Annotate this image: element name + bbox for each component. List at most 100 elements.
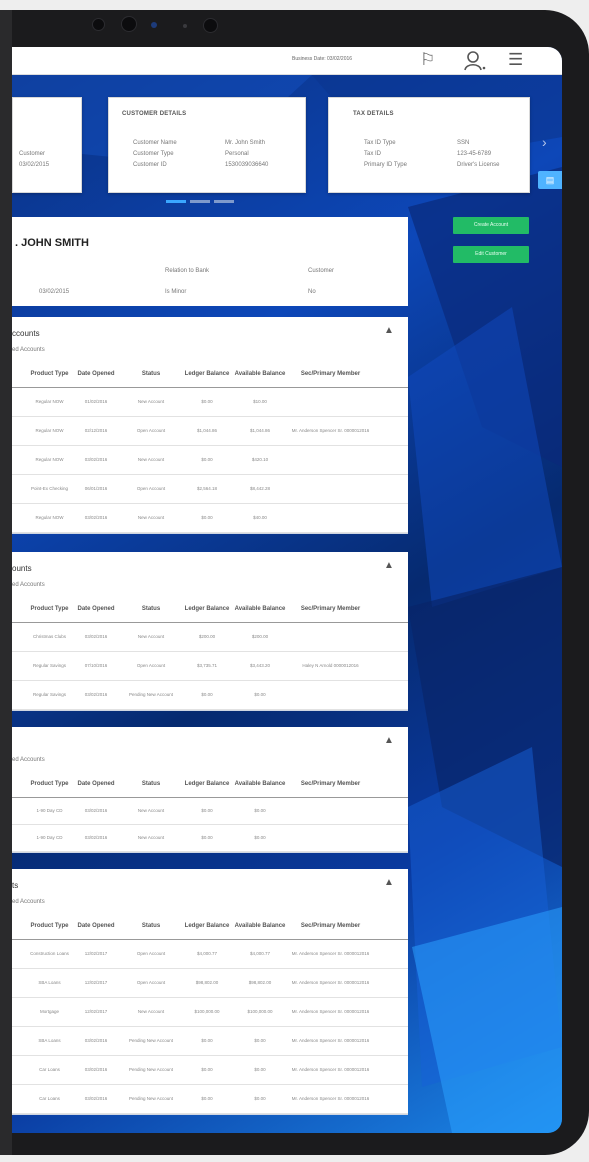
table-cell: 12/02/2017 <box>71 997 121 1027</box>
section-subtitle: ed Accounts <box>12 899 45 905</box>
table-cell: New Account <box>121 387 181 417</box>
table-row[interactable]: Car Loans 03/02/2016 Pending New Account $0… <box>12 1055 408 1085</box>
table-cell: New Account <box>121 997 181 1027</box>
table-cell <box>287 445 374 475</box>
relation-value: Customer <box>308 268 335 274</box>
table-cell: 03/02/2016 <box>71 1084 121 1114</box>
carousel-dot[interactable] <box>214 200 234 203</box>
table-row[interactable]: 1-90 Day CD 03/02/2016 New Account $0.00 $0.… <box>12 824 408 852</box>
kv-value: Driver's License <box>457 162 500 168</box>
row-spacer <box>12 503 28 533</box>
table-cell: SBA Loans <box>28 1026 71 1056</box>
table-cell: Mr. Anderson Spencer Sr. 0000012016 <box>287 1084 374 1114</box>
menu-icon[interactable]: ☰ <box>508 51 523 68</box>
section-title: ts <box>12 881 19 890</box>
table-cell: $0.00 <box>181 503 233 533</box>
table-cell: $0.00 <box>181 445 233 475</box>
table-row[interactable]: SBA Loans 12/02/2017 Open Account $98,802.0… <box>12 968 408 998</box>
flag-icon[interactable]: ⚐ <box>420 51 435 68</box>
table-cell: Regular NOW <box>28 445 71 475</box>
table-cell: New Account <box>121 622 181 652</box>
table-row[interactable]: Regular Savings 07/10/2016 Open Account $3,… <box>12 651 408 681</box>
table-cell: 07/10/2016 <box>71 651 121 681</box>
column-header: Ledger Balance <box>181 596 233 623</box>
accounts-table: Product Type Date Opened Status Ledger Bala… <box>12 361 408 533</box>
table-cell: Mr. Anderson Spencer Sr. 0000012016 <box>287 1055 374 1085</box>
create-account-button[interactable]: Create Account <box>453 217 529 234</box>
section-subtitle: ed Accounts <box>12 582 45 588</box>
table-cell: Haley N Arnold 0000012016 <box>287 651 374 681</box>
table-cell: Open Account <box>121 968 181 998</box>
account-section: ounts ed Accounts ▲ Product Type Date Opened… <box>12 552 408 711</box>
table-cell: $4,000.77 <box>181 939 233 969</box>
header-spacer <box>374 913 408 940</box>
collapse-chevron-icon[interactable]: ▲ <box>384 735 394 746</box>
table-cell: Mr. Anderson Spencer Sr. 0000012016 <box>287 1026 374 1056</box>
kv-value: 1530039036640 <box>225 162 269 168</box>
column-header: Sec/Primary Member <box>287 596 374 623</box>
tablet-edge <box>0 10 12 1155</box>
table-cell: $0.00 <box>233 797 287 825</box>
table-row[interactable]: Christmas Clubs 03/02/2016 New Account $200… <box>12 622 408 652</box>
table-cell: $1,044.86 <box>233 416 287 446</box>
account-section: ccounts ed Accounts ▲ Product Type Date Open… <box>12 317 408 534</box>
card-title: TAX DETAILS <box>353 111 394 117</box>
row-spacer <box>374 1055 408 1085</box>
table-cell: 12/02/2017 <box>71 968 121 998</box>
table-cell: 03/02/2016 <box>71 1055 121 1085</box>
collapse-chevron-icon[interactable]: ▲ <box>384 877 394 888</box>
row-spacer <box>12 651 28 681</box>
carousel-dot[interactable] <box>166 200 186 203</box>
table-row[interactable]: SBA Loans 03/02/2016 Pending New Account $0… <box>12 1026 408 1056</box>
table-cell: $40.00 <box>233 503 287 533</box>
column-header: Sec/Primary Member <box>287 771 374 798</box>
table-cell <box>287 503 374 533</box>
table-row[interactable]: Mortgage 12/02/2017 New Account $100,000.00… <box>12 997 408 1027</box>
column-header: Status <box>121 361 181 388</box>
table-row[interactable]: Regular NOW 03/02/2016 New Account $0.00 $40… <box>12 503 408 533</box>
row-spacer <box>374 968 408 998</box>
table-cell <box>287 680 374 710</box>
row-spacer <box>12 416 28 446</box>
table-header-row: Product Type Date Opened Status Ledger Bala… <box>12 361 408 388</box>
edit-customer-button[interactable]: Edit Customer <box>453 246 529 263</box>
column-header: Product Type <box>28 361 71 388</box>
row-spacer <box>12 1026 28 1056</box>
table-row[interactable]: Car Loans 03/02/2016 Pending New Account $0… <box>12 1084 408 1114</box>
column-header: Sec/Primary Member <box>287 361 374 388</box>
kv-label: Customer Name <box>133 140 177 146</box>
table-cell: $4,000.77 <box>233 939 287 969</box>
table-row[interactable]: Regular NOW 03/02/2016 New Account $0.00 $42… <box>12 445 408 475</box>
row-spacer <box>12 445 28 475</box>
column-header: Product Type <box>28 771 71 798</box>
carousel-dots <box>166 200 234 203</box>
table-cell: $0.00 <box>181 1055 233 1085</box>
table-row[interactable]: Point-Ex Checking 06/01/2016 Open Account $… <box>12 474 408 504</box>
row-spacer <box>12 968 28 998</box>
carousel-next-icon[interactable]: › <box>542 134 547 150</box>
collapse-chevron-icon[interactable]: ▲ <box>384 325 394 336</box>
table-cell: Pending New Account <box>121 680 181 710</box>
partial-card: Customer 03/02/2015 <box>12 97 82 193</box>
sensor-dot <box>92 18 105 31</box>
kv-value: Personal <box>225 151 249 157</box>
table-row[interactable]: Regular NOW 01/02/2016 New Account $0.00 $10… <box>12 387 408 417</box>
column-header: Available Balance <box>233 361 287 388</box>
table-row[interactable]: Construction Loans 12/02/2017 Open Account… <box>12 939 408 969</box>
accounts-table: Product Type Date Opened Status Ledger Bala… <box>12 771 408 852</box>
table-row[interactable]: Regular NOW 02/12/2016 Open Account $1,044.… <box>12 416 408 446</box>
row-spacer <box>12 824 28 852</box>
table-cell: $3,735.71 <box>181 651 233 681</box>
table-row[interactable]: 1-90 Day CD 03/02/2016 New Account $0.00 $0.… <box>12 797 408 825</box>
table-header-row: Product Type Date Opened Status Ledger Bala… <box>12 913 408 940</box>
table-row[interactable]: Regular Savings 03/02/2016 Pending New Acc… <box>12 680 408 710</box>
header-spacer <box>12 913 28 940</box>
column-header: Product Type <box>28 596 71 623</box>
kv-value: Mr. John Smith <box>225 140 266 146</box>
carousel-dot[interactable] <box>190 200 210 203</box>
user-icon[interactable] <box>464 51 486 74</box>
column-header: Status <box>121 596 181 623</box>
table-cell: $0.00 <box>233 824 287 852</box>
collapse-chevron-icon[interactable]: ▲ <box>384 560 394 571</box>
side-panel-tab-icon[interactable]: ▤ <box>538 171 562 189</box>
